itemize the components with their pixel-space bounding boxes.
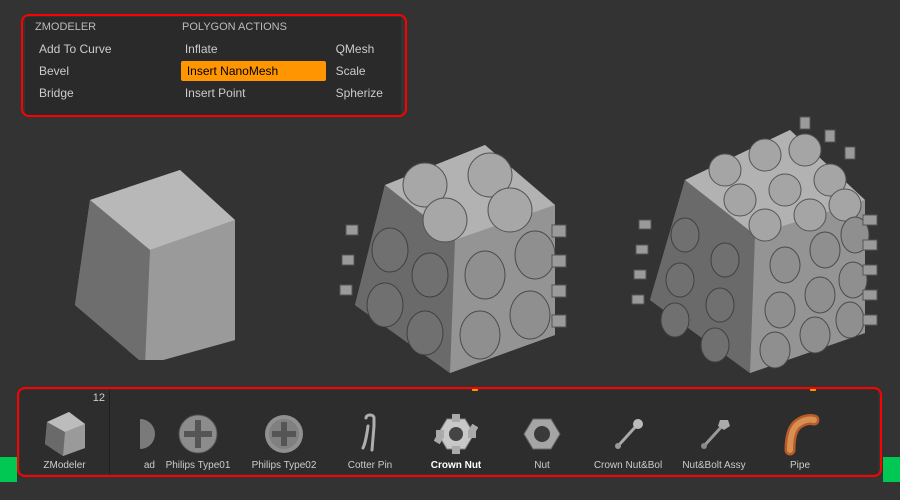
tool-zmodeler-label: ZModeler xyxy=(43,458,85,474)
cube-icon xyxy=(37,402,93,458)
bolt-head-icon xyxy=(125,412,155,456)
zmodeler-menu[interactable]: ZMODELER POLYGON ACTIONS Add To Curve Be… xyxy=(25,17,401,115)
menu-item-insert-nanomesh[interactable]: Insert NanoMesh xyxy=(181,61,326,81)
philips-screw-icon xyxy=(262,412,306,456)
tool-item-nut-bolt-assy[interactable]: Nut&Bolt Assy xyxy=(671,390,757,474)
menu-item-qmesh[interactable]: QMesh xyxy=(332,39,401,59)
menu-item-scale[interactable]: Scale xyxy=(332,61,401,81)
tool-label-5: Nut xyxy=(534,456,550,471)
bolt-assembly-icon xyxy=(606,412,650,456)
pipe-icon xyxy=(778,412,822,456)
tool-label-4: Crown Nut xyxy=(431,456,482,471)
viewport[interactable] xyxy=(0,120,900,380)
tool-item-cotter-pin[interactable]: Cotter Pin xyxy=(327,390,413,474)
menu-item-inflate[interactable]: Inflate xyxy=(181,39,332,59)
tool-label-7: Nut&Bolt Assy xyxy=(682,456,745,471)
cube-plain-mesh xyxy=(60,130,250,360)
right-edge-indicator xyxy=(883,457,900,482)
tool-item-crown-nut[interactable]: Crown Nut xyxy=(413,390,499,474)
tool-item-philips-2[interactable]: Philips Type02 xyxy=(241,390,327,474)
tool-zmodeler-count: 12 xyxy=(93,392,105,404)
menu-col-1: Add To Curve Bevel Bridge xyxy=(25,39,181,105)
tool-item-nut[interactable]: Nut xyxy=(499,390,585,474)
tool-item-philips-1[interactable]: Philips Type01 xyxy=(155,390,241,474)
menu-item-bridge[interactable]: Bridge xyxy=(35,83,181,103)
left-edge-indicator xyxy=(0,457,17,482)
crown-nut-icon xyxy=(434,412,478,456)
menu-item-insert-point[interactable]: Insert Point xyxy=(181,83,332,103)
nut-icon xyxy=(520,412,564,456)
menu-col-3: QMesh Scale Spherize xyxy=(332,39,401,105)
tool-zmodeler[interactable]: 12 ZModeler xyxy=(20,390,110,474)
tool-label-3: Cotter Pin xyxy=(348,456,392,471)
tool-item-0[interactable]: ad xyxy=(110,390,155,474)
menu-header-polygon-actions: POLYGON ACTIONS xyxy=(182,21,287,33)
tool-label-2: Philips Type02 xyxy=(252,456,317,471)
philips-screw-icon xyxy=(176,412,220,456)
brush-toolbar[interactable]: 12 ZModeler ad Philips Type01 xyxy=(20,390,878,474)
bolt-assembly-icon xyxy=(692,412,736,456)
cotter-pin-icon xyxy=(348,412,392,456)
tool-label-6: Crown Nut&Bol xyxy=(594,456,662,471)
tool-label-0: ad xyxy=(144,456,155,471)
tool-label-1: Philips Type01 xyxy=(166,456,231,471)
menu-header-zmodeler: ZMODELER xyxy=(35,21,182,33)
cube-nanomesh-2 xyxy=(625,95,890,375)
tool-item-pipe[interactable]: Pipe xyxy=(757,390,843,474)
menu-item-add-to-curve[interactable]: Add To Curve xyxy=(35,39,181,59)
tool-item-crown-nut-bolt[interactable]: Crown Nut&Bol xyxy=(585,390,671,474)
tool-label-8: Pipe xyxy=(790,456,810,471)
menu-item-bevel[interactable]: Bevel xyxy=(35,61,181,81)
cube-nanomesh-1 xyxy=(330,105,580,375)
menu-col-2: Inflate Insert NanoMesh Insert Point xyxy=(181,39,332,105)
menu-item-spherize[interactable]: Spherize xyxy=(332,83,401,103)
